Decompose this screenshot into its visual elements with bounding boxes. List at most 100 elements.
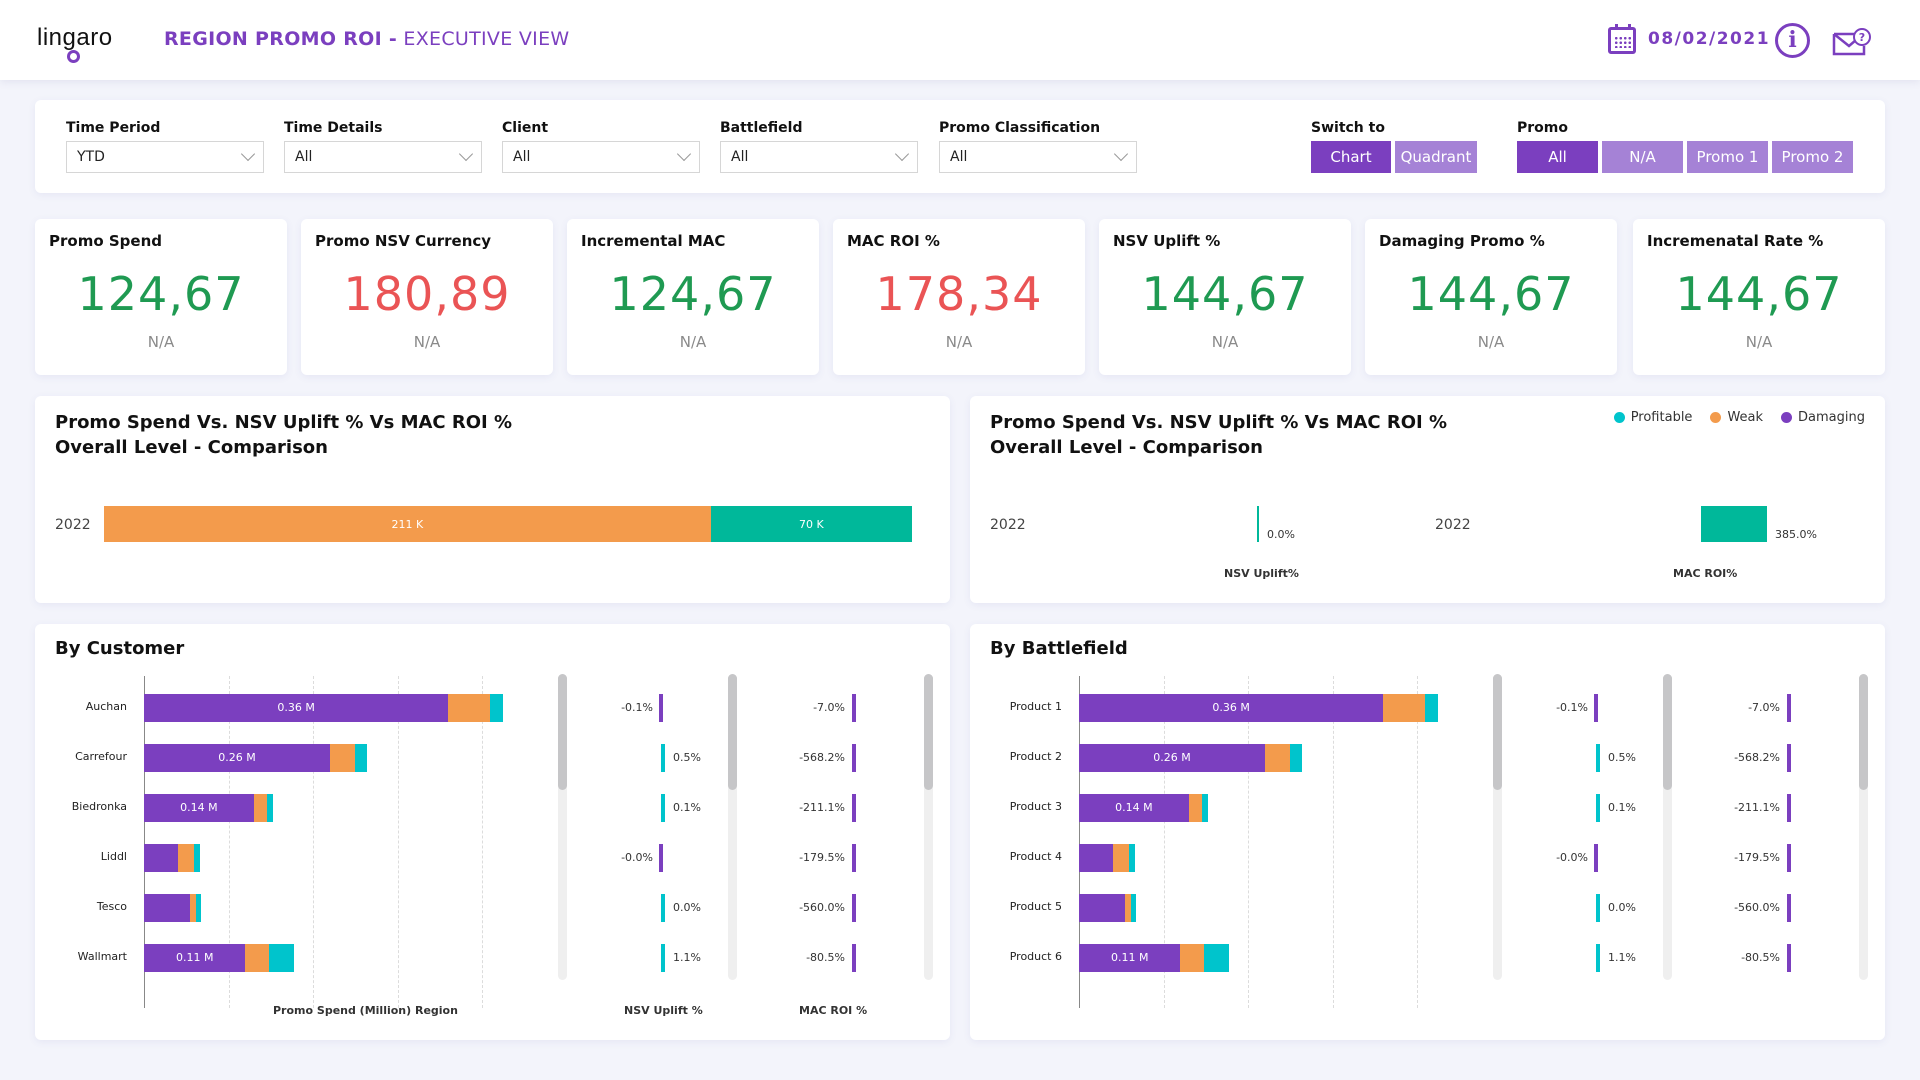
scrollbar-thumb[interactable]: [558, 674, 567, 791]
bar-segment-damaging[interactable]: [1079, 844, 1113, 872]
nsv-uplift-marker[interactable]: [659, 844, 663, 872]
nsv-uplift-bar[interactable]: [1257, 506, 1259, 542]
switch-quadrant-button[interactable]: Quadrant: [1395, 141, 1477, 173]
category-label: Product 1: [1009, 700, 1062, 713]
mac-roi-bar[interactable]: [1701, 506, 1767, 542]
scrollbar-track[interactable]: [1663, 674, 1672, 980]
battlefield-select[interactable]: All: [720, 141, 918, 173]
bar-segment-weak[interactable]: [1180, 944, 1205, 972]
legend-dot-icon: [1710, 412, 1722, 423]
nsv-uplift-marker[interactable]: [1596, 894, 1600, 922]
lingaro-logo[interactable]: lingaro: [37, 24, 113, 52]
mac-roi-marker[interactable]: [852, 944, 856, 972]
bar-segment-weak[interactable]: [1112, 844, 1129, 872]
bar-segment-profitable[interactable]: [195, 894, 202, 922]
mac-roi-marker[interactable]: [1787, 694, 1791, 722]
scrollbar-track[interactable]: [728, 674, 737, 980]
bar-segment-weak[interactable]: [1188, 794, 1203, 822]
roi-axis-title: MAC ROI %: [799, 1004, 868, 1017]
calendar-icon[interactable]: [1608, 24, 1636, 54]
bar-segment-profitable[interactable]: [267, 794, 274, 822]
nsv-uplift-marker[interactable]: [661, 744, 665, 772]
bar-segment-profitable[interactable]: [1202, 794, 1209, 822]
category-label: Product 3: [1009, 800, 1062, 813]
scrollbar-thumb[interactable]: [1493, 674, 1502, 791]
promo-1-button[interactable]: Promo 1: [1687, 141, 1768, 173]
mac-roi-marker[interactable]: [1787, 744, 1791, 772]
bar-segment-damaging[interactable]: [144, 844, 178, 872]
mac-roi-marker[interactable]: [1787, 894, 1791, 922]
bar-segment-profitable[interactable]: 70 K: [710, 506, 912, 542]
nsv-uplift-marker[interactable]: [661, 944, 665, 972]
selected-value: All: [731, 149, 749, 165]
scrollbar-track[interactable]: [1859, 674, 1868, 980]
bar-segment-profitable[interactable]: [269, 944, 295, 972]
mail-help-icon[interactable]: ?: [1832, 28, 1872, 56]
bar-segment-profitable[interactable]: [1204, 944, 1230, 972]
mac-roi-marker[interactable]: [852, 744, 856, 772]
bar-segment-damaging[interactable]: [1079, 894, 1126, 922]
kpi-value: 144,67: [1407, 267, 1575, 321]
legend-item-weak[interactable]: Weak: [1710, 410, 1763, 425]
by-battlefield-chart-card: By Battlefield Product 1 0.36 M -0.1% -7.0%…: [970, 624, 1885, 1040]
bar-segment-profitable[interactable]: [1128, 844, 1135, 872]
filter-client: Client All: [502, 120, 700, 173]
mac-roi-marker[interactable]: [852, 894, 856, 922]
bar-segment-weak[interactable]: 211 K: [104, 506, 711, 542]
kpi-title: Incremenatal Rate %: [1647, 232, 1824, 250]
scrollbar-track[interactable]: [558, 674, 567, 980]
legend-item-profitable[interactable]: Profitable: [1613, 410, 1692, 425]
nsv-uplift-marker[interactable]: [661, 794, 665, 822]
switch-chart-button[interactable]: Chart: [1311, 141, 1391, 173]
kpi-value: 178,34: [875, 267, 1043, 321]
bar-segment-weak[interactable]: [245, 944, 270, 972]
filter-label: Client: [502, 120, 549, 136]
time-period-select[interactable]: YTD: [66, 141, 264, 173]
bar-segment-weak[interactable]: [253, 794, 268, 822]
mac-roi-marker[interactable]: [1787, 844, 1791, 872]
mac-roi-marker[interactable]: [852, 844, 856, 872]
overall-spend-chart-card: Promo Spend Vs. NSV Uplift % Vs MAC ROI …: [35, 396, 950, 603]
bar-segment-profitable[interactable]: [355, 744, 368, 772]
bar-segment-weak[interactable]: [329, 744, 356, 772]
bar-segment-profitable[interactable]: [1425, 694, 1439, 722]
scrollbar-track[interactable]: [1493, 674, 1502, 980]
info-icon[interactable]: i: [1775, 23, 1810, 58]
mac-roi-marker[interactable]: [1787, 944, 1791, 972]
client-select[interactable]: All: [502, 141, 700, 173]
bar-segment-profitable[interactable]: [1130, 894, 1137, 922]
nsv-uplift-marker[interactable]: [1596, 744, 1600, 772]
bar-segment-weak[interactable]: [1383, 694, 1426, 722]
mac-roi-marker[interactable]: [852, 694, 856, 722]
legend-item-damaging[interactable]: Damaging: [1781, 410, 1865, 425]
nsv-uplift-marker[interactable]: [659, 694, 663, 722]
nsv-uplift-marker[interactable]: [1596, 794, 1600, 822]
mac-roi-marker[interactable]: [1787, 794, 1791, 822]
scrollbar-thumb[interactable]: [1859, 674, 1868, 791]
chart-title-main: Promo Spend Vs. NSV Uplift % Vs MAC ROI …: [990, 412, 1448, 433]
promo-na-button[interactable]: N/A: [1602, 141, 1683, 173]
bar-segment-profitable[interactable]: [490, 694, 504, 722]
mac-roi-label: -211.1%: [799, 801, 845, 814]
nsv-uplift-marker[interactable]: [1594, 694, 1598, 722]
mac-roi-marker[interactable]: [852, 794, 856, 822]
nsv-uplift-marker[interactable]: [661, 894, 665, 922]
scrollbar-track[interactable]: [924, 674, 933, 980]
promo-all-button[interactable]: All: [1517, 141, 1598, 173]
time-details-select[interactable]: All: [284, 141, 482, 173]
scrollbar-thumb[interactable]: [728, 674, 737, 791]
kpi-value: 144,67: [1675, 267, 1843, 321]
nsv-uplift-marker[interactable]: [1594, 844, 1598, 872]
bar-segment-weak[interactable]: [448, 694, 491, 722]
promo-label: Promo: [1517, 120, 1568, 136]
promo-classification-select[interactable]: All: [939, 141, 1137, 173]
bar-segment-weak[interactable]: [1264, 744, 1291, 772]
bar-segment-damaging[interactable]: [144, 894, 191, 922]
promo-2-button[interactable]: Promo 2: [1772, 141, 1853, 173]
bar-segment-profitable[interactable]: [1290, 744, 1303, 772]
bar-segment-weak[interactable]: [177, 844, 194, 872]
bar-segment-profitable[interactable]: [193, 844, 200, 872]
nsv-uplift-marker[interactable]: [1596, 944, 1600, 972]
scrollbar-thumb[interactable]: [924, 674, 933, 791]
scrollbar-thumb[interactable]: [1663, 674, 1672, 791]
